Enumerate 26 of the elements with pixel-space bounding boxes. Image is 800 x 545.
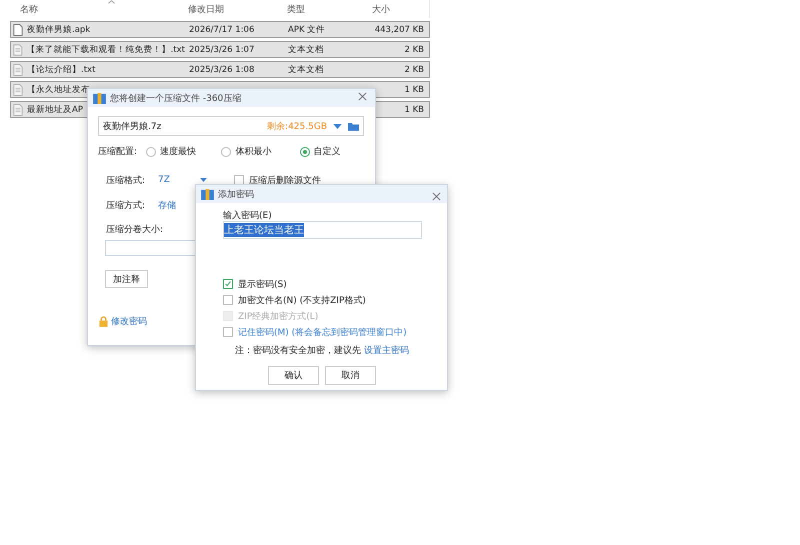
window-title: 您将创建一个压缩文件 -360压缩 xyxy=(110,92,242,104)
file-date: 2026/7/17 1:06 xyxy=(188,24,256,34)
volume-label: 压缩分卷大小: xyxy=(106,224,164,236)
filename-text: 夜勤伴男娘.7z xyxy=(103,120,162,132)
file-type: APK 文件 xyxy=(287,24,326,36)
window-title: 添加密码 xyxy=(218,188,254,200)
file-name: 最新地址及AP xyxy=(27,104,83,116)
note-text: 注：密码没有安全加密，建议先 xyxy=(235,346,361,356)
file-size: 1 KB xyxy=(403,104,425,114)
file-size: 2 KB xyxy=(403,44,425,54)
file-date: 2025/3/26 1:08 xyxy=(188,64,256,74)
free-space: 剩余:425.5GB xyxy=(267,120,327,132)
format-label: 压缩格式: xyxy=(106,174,146,186)
file-name: 【论坛介绍】.txt xyxy=(27,64,96,76)
file-type: 文本文档 xyxy=(287,64,325,76)
method-label: 压缩方式: xyxy=(106,200,146,212)
file-name: 【来了就能下载和观看！纯免费！】.txt xyxy=(26,44,185,56)
password-text: 上老王论坛当老王 xyxy=(224,223,304,237)
file-size: 443,207 KB xyxy=(374,24,425,34)
file-size: 1 KB xyxy=(403,84,425,94)
file-date: 2025/3/26 1:07 xyxy=(188,44,256,54)
file-type: 文本文档 xyxy=(287,44,325,56)
profile-label: 压缩配置: xyxy=(98,146,138,158)
file-name: 夜勤伴男娘.apk xyxy=(27,24,90,36)
password-label: 输入密码(E) xyxy=(223,210,273,221)
file-size: 2 KB xyxy=(403,64,425,74)
